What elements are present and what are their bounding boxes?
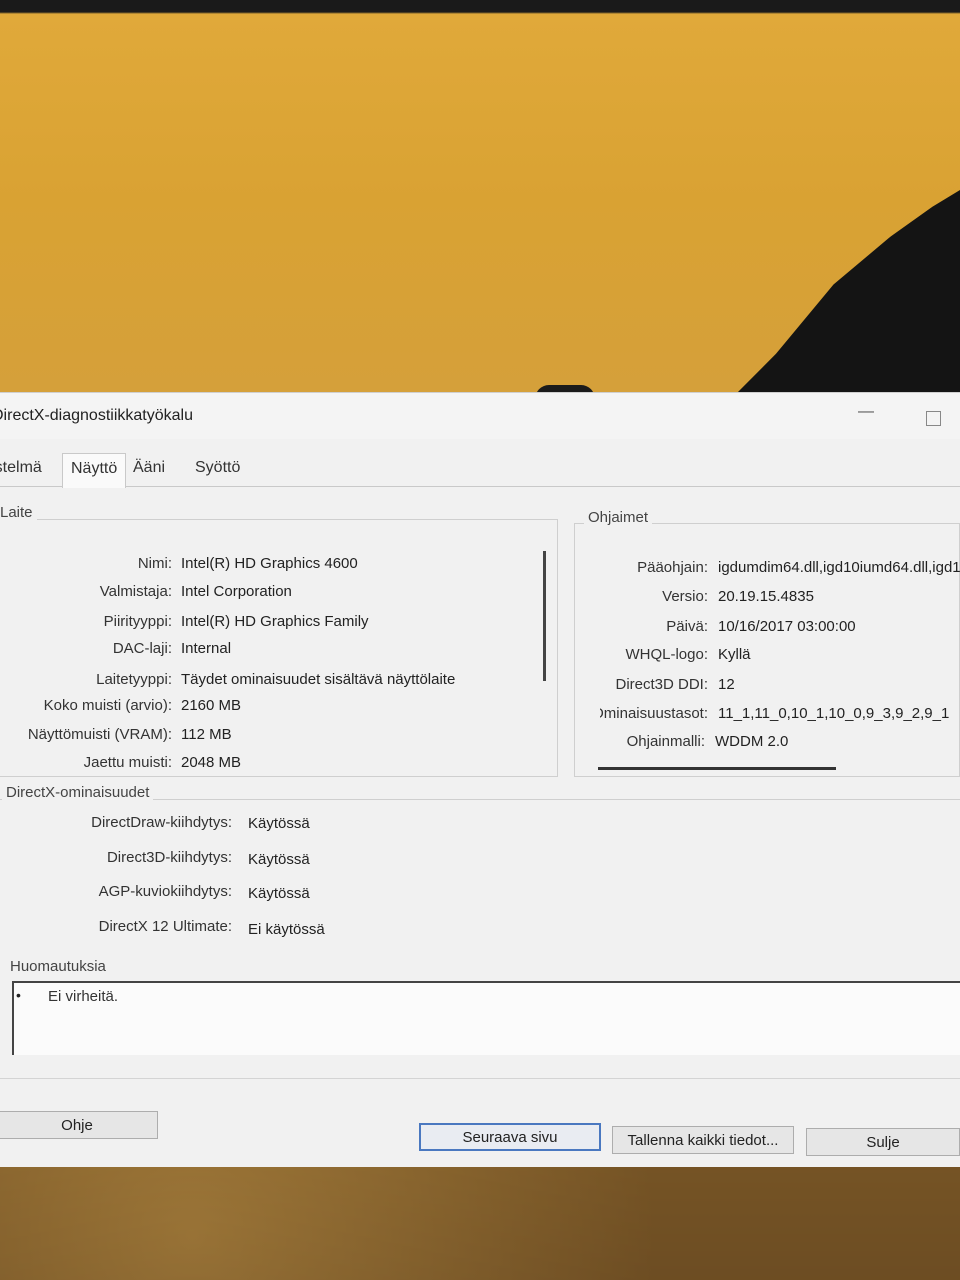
driver-whql-label: WHQL-logo: [625,646,708,663]
device-group-label: Laite [0,504,37,521]
tab-input[interactable]: Syöttö [195,459,240,477]
device-name-value: Intel(R) HD Graphics 4600 [181,555,358,572]
next-page-button[interactable]: Seuraava sivu [419,1123,601,1151]
notes-group-label: Huomautuksia [6,958,110,975]
directdraw-acceleration-label: DirectDraw-kiihdytys: [91,814,232,831]
direct3d-acceleration-label: Direct3D-kiihdytys: [106,849,232,866]
direct3d-acceleration-value: Käytössä [248,851,310,868]
close-button[interactable]: Sulje [806,1128,960,1156]
driver-main-value: igdumdim64.dll,igd10iumd64.dll,igd10iumd… [718,559,960,576]
device-manufacturer-label: Valmistaja: [99,583,172,600]
device-type-label: Laitetyyppi: [96,671,172,688]
driver-ddi-value: 12 [718,676,735,693]
driver-version-value: 20.19.15.4835 [718,588,814,605]
tab-sound[interactable]: Ääni [133,459,165,477]
agp-texture-acceleration-label: AGP-kuviokiihdytys: [98,883,232,900]
wallpaper-ground [0,1165,960,1280]
device-scrollbar[interactable] [543,551,546,681]
notes-box[interactable] [12,981,960,1055]
drivers-values-clip: Pääohjain: igdumdim64.dll,igd10iumd64.dl… [600,543,960,768]
directx-features-group-label: DirectX-ominaisuudet [2,784,154,801]
device-total-memory-value: 2160 MB [181,697,242,714]
device-shared-memory-value: 2048 MB [181,754,242,771]
device-dac-type-value: Internal [181,640,232,657]
device-dac-type-label: DAC-laji: [112,640,172,657]
tab-strip: Järjestelmä Näyttö Ääni Syöttö [0,453,960,488]
device-chip-type-label: Piirityyppi: [103,613,172,630]
directdraw-acceleration-value: Käytössä [248,815,310,832]
device-total-memory-label: Koko muisti (arvio): [43,697,172,714]
driver-main-label: Pääohjain: [637,559,708,576]
driver-feature-levels-label: Ominaisuustasot: [600,705,708,722]
device-type-value: Täydet ominaisuudet sisältävä näyttölait… [181,671,456,688]
button-bar-divider [0,1078,960,1079]
save-all-info-button[interactable]: Tallenna kaikki tiedot... [612,1126,794,1154]
drivers-group-label: Ohjaimet [584,509,653,526]
driver-ddi-label: Direct3D DDI: [615,676,708,693]
minimize-button[interactable]: — [858,403,874,421]
device-name-label: Nimi: [137,555,172,572]
driver-date-value: 10/16/2017 03:00:00 [718,618,856,635]
directx-diagnostic-window: DirectX-diagnostiikkatyökalu — Järjestel… [0,392,960,1167]
help-button[interactable]: Ohje [0,1111,158,1139]
device-chip-type-value: Intel(R) HD Graphics Family [181,613,369,630]
tab-display[interactable]: Näyttö [62,453,127,488]
driver-date-label: Päivä: [666,618,708,635]
driver-model-label: Ohjainmalli: [626,733,705,750]
driver-feature-levels-value: 11_1,11_0,10_1,10_0,9_3,9_2,9_1 [718,705,950,722]
device-vram-label: Näyttömuisti (VRAM): [27,726,172,743]
directx12-ultimate-value: Ei käytössä [248,921,325,938]
driver-model-value: WDDM 2.0 [715,733,789,750]
device-shared-memory-label: Jaettu muisti: [83,754,172,771]
tab-system[interactable]: Järjestelmä [0,459,42,477]
maximize-button[interactable] [926,411,941,426]
driver-whql-value: Kyllä [718,646,751,663]
notes-item: Ei virheitä. [48,988,119,1005]
notes-bullet: • [16,987,21,1003]
drivers-divider-line [598,767,836,770]
device-manufacturer-value: Intel Corporation [181,583,292,600]
title-bar[interactable]: DirectX-diagnostiikkatyökalu — [0,393,960,439]
directx12-ultimate-label: DirectX 12 Ultimate: [98,918,232,935]
device-vram-value: 112 MB [181,726,232,743]
agp-texture-acceleration-value: Käytössä [248,885,310,902]
window-title: DirectX-diagnostiikkatyökalu [0,407,193,424]
driver-version-label: Versio: [662,588,708,605]
